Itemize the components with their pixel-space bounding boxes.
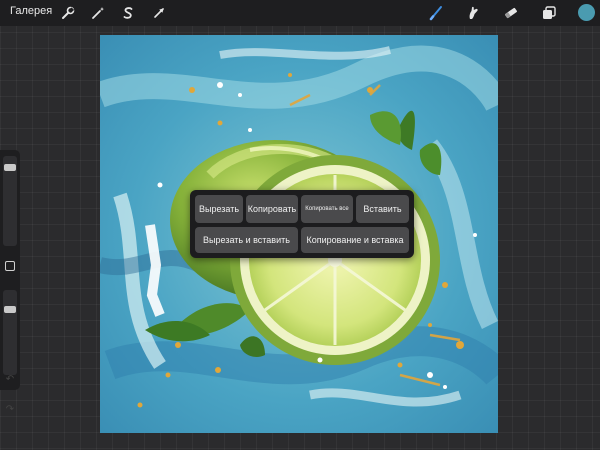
undo-button[interactable]: ↶ — [4, 375, 16, 385]
copy-and-paste-button[interactable]: Копирование и вставка — [301, 227, 409, 253]
opacity-thumb[interactable] — [4, 305, 16, 313]
undo-arrow-icon: ↶ — [5, 374, 15, 385]
brush-size-thumb[interactable] — [4, 164, 16, 172]
cut-and-paste-button[interactable]: Вырезать и вставить — [195, 227, 298, 253]
transform-button[interactable] — [149, 3, 169, 23]
selection-button[interactable] — [118, 3, 138, 23]
smudge-button[interactable] — [463, 3, 483, 23]
layers-button[interactable] — [539, 3, 559, 23]
redo-button[interactable]: ↷ — [4, 405, 16, 415]
eraser-icon — [505, 7, 517, 19]
copy-paste-menu: Вырезать Копировать Копировать все Встав… — [190, 190, 414, 258]
modify-square-button[interactable] — [5, 261, 15, 271]
color-picker-button[interactable] — [578, 4, 595, 21]
layers-icon — [543, 6, 556, 19]
arrow-cursor-icon — [154, 8, 164, 18]
eraser-button[interactable] — [501, 3, 521, 23]
left-sidebar: ↶ ↷ — [0, 150, 20, 415]
cut-button[interactable]: Вырезать — [195, 195, 243, 223]
opacity-slider[interactable] — [3, 290, 17, 375]
magic-wand-icon — [92, 7, 104, 19]
redo-arrow-icon: ↷ — [5, 404, 15, 415]
selection-s-icon — [123, 7, 133, 19]
copy-all-button[interactable]: Копировать все — [301, 195, 353, 223]
top-toolbar: Галерея — [0, 0, 600, 26]
smudge-icon — [469, 6, 478, 19]
brush-icon — [429, 6, 442, 21]
gallery-button[interactable]: Галерея — [10, 5, 52, 17]
brush-size-slider[interactable] — [3, 156, 17, 246]
wrench-icon — [62, 6, 75, 19]
paste-button[interactable]: Вставить — [356, 195, 409, 223]
actions-button[interactable] — [58, 3, 78, 23]
copy-button[interactable]: Копировать — [246, 195, 298, 223]
adjustments-button[interactable] — [88, 3, 108, 23]
brush-button[interactable] — [426, 3, 446, 23]
